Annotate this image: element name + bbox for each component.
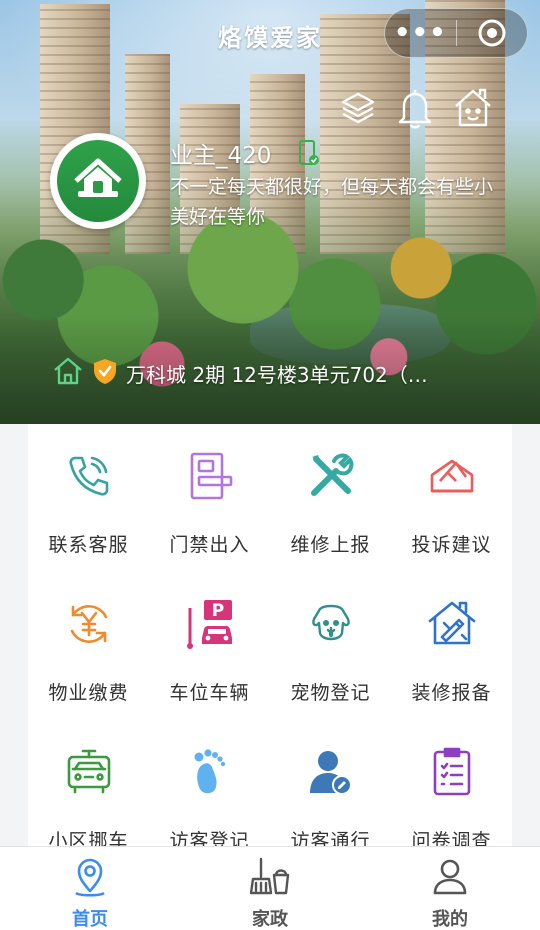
target-circle-icon[interactable]: [457, 18, 528, 48]
service-renovation-report[interactable]: 装修报备: [391, 574, 512, 722]
service-contact-support[interactable]: 联系客服: [28, 426, 149, 574]
service-label: 维修上报: [290, 534, 371, 556]
service-label: 问卷调查: [411, 830, 492, 846]
service-label: 访客登记: [169, 830, 250, 846]
service-pet-register[interactable]: 宠物登记: [270, 574, 391, 722]
service-label: 投诉建议: [411, 534, 492, 556]
door-access-icon: [184, 450, 236, 502]
user-name: 业主_420: [170, 143, 272, 169]
service-repair-report[interactable]: 维修上报: [270, 426, 391, 574]
service-visitor-pass[interactable]: 访客通行: [270, 722, 391, 846]
envelope-icon: [426, 450, 478, 502]
service-label: 物业缴费: [48, 682, 129, 704]
mini-program-capsule[interactable]: •••: [384, 8, 528, 58]
person-icon: [430, 857, 470, 901]
service-parking-vehicle[interactable]: P 车位车辆: [149, 574, 270, 722]
survey-icon: [426, 746, 478, 798]
house-logo-icon: [57, 140, 139, 222]
service-label: 联系客服: [48, 534, 129, 556]
services-panel: 联系客服 门禁出入 维修上报 投诉建议 物业缴费 P 车位车辆 宠物登记 装修报…: [28, 424, 512, 846]
house-face-icon[interactable]: [452, 86, 494, 130]
service-label: 车位车辆: [169, 682, 250, 704]
service-label: 小区挪车: [48, 830, 129, 846]
service-label: 门禁出入: [169, 534, 250, 556]
yuan-cycle-icon: [63, 598, 115, 650]
renovation-house-icon: [426, 598, 478, 650]
address-row[interactable]: 万科城 2期 12号楼3单元702（…: [52, 356, 428, 390]
service-label: 宠物登记: [290, 682, 371, 704]
service-complaint[interactable]: 投诉建议: [391, 426, 512, 574]
location-pin-icon: [70, 857, 110, 901]
service-property-fee[interactable]: 物业缴费: [28, 574, 149, 722]
tools-icon: [305, 450, 357, 502]
parking-car-icon: P: [184, 598, 236, 650]
phone-icon: [63, 450, 115, 502]
bell-icon[interactable]: [395, 86, 435, 130]
tab-housekeeping[interactable]: 家政: [180, 847, 360, 930]
address-text: 万科城 2期 12号楼3单元702（…: [126, 362, 428, 387]
service-move-car[interactable]: 小区挪车: [28, 722, 149, 846]
bottom-tab-bar: 首页 家政 我的: [0, 846, 540, 930]
layers-icon[interactable]: [338, 88, 378, 128]
tab-label: 首页: [72, 909, 108, 930]
tab-home[interactable]: 首页: [0, 847, 180, 930]
move-car-icon: [63, 746, 115, 798]
service-door-access[interactable]: 门禁出入: [149, 426, 270, 574]
avatar[interactable]: [50, 133, 146, 229]
visitor-pass-icon: [305, 746, 357, 798]
phone-verified-icon: [298, 140, 320, 170]
svg-text:P: P: [211, 601, 223, 621]
tab-mine[interactable]: 我的: [360, 847, 540, 930]
house-outline-icon: [52, 356, 84, 390]
user-motto: 不一定每天都很好，但每天都会有些小美好在等你: [170, 176, 494, 228]
tab-label: 家政: [252, 909, 288, 930]
service-visitor-register[interactable]: 访客登记: [149, 722, 270, 846]
service-label: 装修报备: [411, 682, 492, 704]
service-label: 访客通行: [290, 830, 371, 846]
more-dots-icon[interactable]: •••: [385, 8, 456, 58]
footprint-icon: [184, 746, 236, 798]
tab-label: 我的: [432, 909, 468, 930]
broom-bucket-icon: [248, 857, 292, 901]
service-survey[interactable]: 问卷调查: [391, 722, 512, 846]
verified-shield-icon: [92, 357, 118, 389]
dog-icon: [305, 598, 357, 650]
